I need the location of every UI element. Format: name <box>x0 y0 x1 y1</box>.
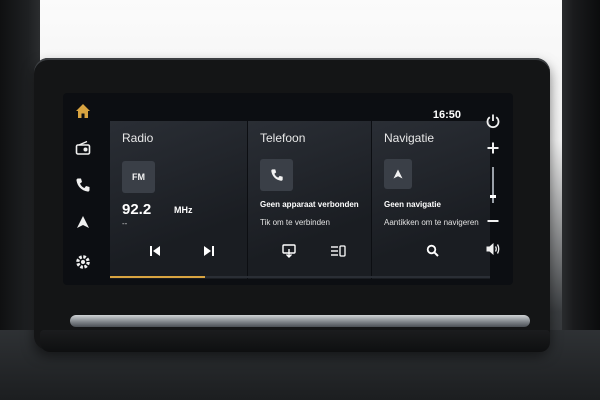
phone-status: Geen apparaat verbonden <box>260 200 359 209</box>
playback-progress-fill <box>110 276 205 278</box>
lower-trim <box>40 330 550 352</box>
contacts-list-icon[interactable] <box>330 244 346 260</box>
chrome-strip <box>70 315 530 327</box>
infotainment-screen: 16:50 Radio FM 92.2 MHz -- Telefoon Geen… <box>63 93 513 285</box>
band-badge: FM <box>122 161 155 193</box>
speaker-icon[interactable] <box>473 241 513 262</box>
phone-tile <box>260 159 293 191</box>
phone-card[interactable]: Telefoon Geen apparaat verbonden Tik om … <box>248 121 371 279</box>
device-connect-icon[interactable] <box>282 244 296 260</box>
minus-icon[interactable] <box>473 214 513 233</box>
phone-icon[interactable] <box>63 177 103 198</box>
skip-previous-icon[interactable] <box>148 244 162 260</box>
radio-card[interactable]: Radio FM 92.2 MHz -- <box>110 121 247 279</box>
divider <box>371 121 372 279</box>
divider <box>247 121 248 279</box>
navigation-title: Navigatie <box>384 131 435 145</box>
frequency-value: 92.2 <box>122 201 152 218</box>
radio-icon[interactable] <box>63 140 103 161</box>
settings-icon[interactable] <box>63 253 103 276</box>
search-icon[interactable] <box>426 244 439 259</box>
left-sidebar <box>63 93 103 285</box>
navigation-hint: Aantikken om te navigeren <box>384 218 479 227</box>
clock: 16:50 <box>432 109 461 121</box>
navigation-tile <box>384 159 412 189</box>
station-name: -- <box>122 219 128 228</box>
navigation-icon[interactable] <box>63 214 103 235</box>
frequency-unit: MHz <box>174 205 193 215</box>
phone-hint: Tik om te verbinden <box>260 218 330 227</box>
radio-title: Radio <box>122 131 154 145</box>
playback-progress <box>110 276 490 278</box>
phone-title: Telefoon <box>260 131 306 145</box>
home-icon[interactable] <box>63 103 103 124</box>
skip-next-icon[interactable] <box>202 244 216 260</box>
volume-thumb[interactable] <box>490 194 496 198</box>
plus-icon[interactable] <box>473 141 513 160</box>
navigation-status: Geen navigatie <box>384 200 441 209</box>
power-icon[interactable] <box>473 113 513 134</box>
right-sidebar <box>473 93 513 285</box>
